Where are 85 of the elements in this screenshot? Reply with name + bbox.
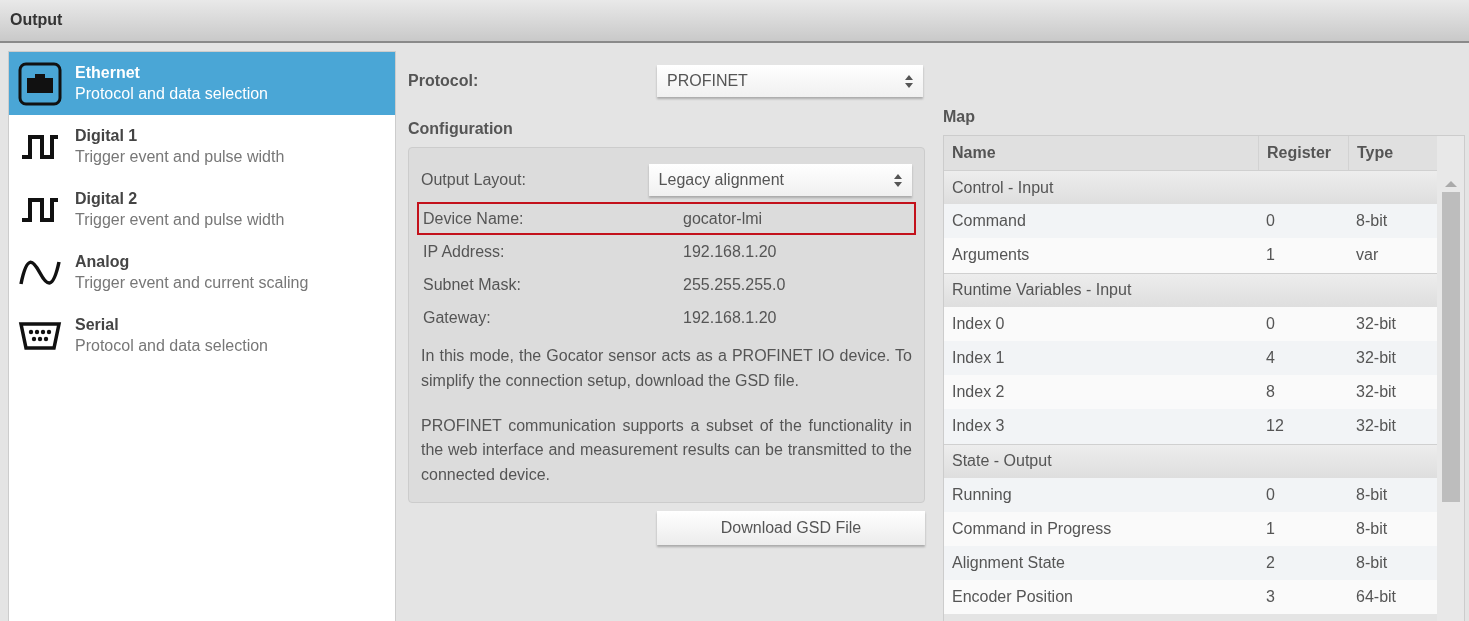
group-header: Control - Input [951,177,1055,198]
table-row[interactable]: Index 3 12 32-bit [944,409,1437,444]
table-cell-text: Command [951,211,1027,232]
table-cell-text: 32-bit [1355,313,1398,334]
table-cell-text: Command in Progress [951,518,1113,539]
table-cell-text: Index 1 [951,348,1006,369]
section-title: Configuration [408,119,514,139]
field-label: Subnet Mask: [423,274,522,295]
item-subtitle: Protocol and data selection [75,83,268,104]
scrollbar-thumb[interactable] [1441,192,1460,502]
table-cell-text: 32-bit [1355,382,1398,403]
table-cell-text: 32-bit [1355,416,1398,437]
item-subtitle: Trigger event and pulse width [75,146,285,167]
field-label: Device Name: [423,208,525,229]
table-cell-text: Index 2 [951,382,1006,403]
item-title: Ethernet [75,62,141,83]
dropdown-caret-icon [894,173,902,187]
info-paragraph: In this mode, the Gocator sensor acts as a PROFINET IO device. To simplify the connection setup, download the GSD file. [421,346,912,391]
table-row[interactable]: Command 0 8-bit [944,204,1437,239]
dropdown-caret-icon [905,74,913,88]
scrollbar[interactable] [1437,136,1464,621]
protocol-label: Protocol: [408,71,480,91]
column-header: Name [951,143,997,163]
table-cell-text: Index 0 [951,313,1006,334]
protocol-dropdown[interactable]: PROFINET [657,65,923,97]
table-cell-text: 8 [1265,382,1276,403]
table-cell-text: 1 [1265,245,1276,266]
table-cell-text: 8-bit [1355,518,1389,539]
table-cell-text: Encoder Position [951,587,1074,608]
table-row[interactable]: Encoder Position 3 64-bit [944,580,1437,615]
table-cell-text: 8-bit [1355,484,1389,505]
field-value: 255.255.255.0 [683,274,786,295]
table-cell-text: var [1355,245,1380,266]
table-cell-text: 4 [1265,348,1276,369]
table-cell-text: 0 [1265,313,1276,334]
table-cell-text: 1 [1265,518,1276,539]
table-cell-text: 8-bit [1355,553,1389,574]
table-row[interactable]: Running 0 8-bit [944,477,1437,512]
field-label: Output Layout: [421,170,527,190]
table-cell-text: 0 [1265,484,1276,505]
table-row[interactable]: Index 0 0 32-bit [944,306,1437,341]
table-cell-text: Index 3 [951,416,1006,437]
info-paragraph: PROFINET communication supports a subset of the functionality in the web interface and measurement results can be transmitted to the connected device. [421,415,912,486]
table-row[interactable]: Arguments 1 var [944,238,1437,273]
field-label: Gateway: [423,307,492,328]
table-row[interactable]: Alignment State 2 8-bit [944,546,1437,581]
table-cell-text: 8-bit [1355,211,1389,232]
item-title: Analog [75,251,131,272]
pulse-wave-icon [20,132,60,161]
sidebar-item[interactable]: Analog Trigger event and current scaling [9,241,395,304]
group-header: State - Output [951,451,1053,472]
table-cell-text: Arguments [951,245,1031,266]
item-title: Digital 2 [75,188,139,209]
table-cell-text: 0 [1265,211,1276,232]
table-cell-text: 32-bit [1355,348,1398,369]
sidebar-item[interactable]: Digital 2 Trigger event and pulse width [9,178,395,241]
sidebar-item[interactable]: Digital 1 Trigger event and pulse width [9,115,395,178]
table-cell-text: 64-bit [1355,587,1398,608]
item-subtitle: Trigger event and current scaling [75,272,309,293]
field-label: IP Address: [423,241,506,262]
field-value: 192.168.1.20 [683,241,777,262]
table-row[interactable]: Index 2 8 32-bit [944,375,1437,410]
item-title: Digital 1 [75,125,139,146]
download-button[interactable]: Download GSD File [657,511,925,545]
item-subtitle: Trigger event and pulse width [75,209,285,230]
table-cell-text: 12 [1265,416,1285,437]
item-title: Serial [75,314,120,335]
table-cell-text: 3 [1265,587,1276,608]
field-value: gocator-lmi [683,208,763,229]
table-cell-text: 2 [1265,553,1276,574]
table-row[interactable]: Index 1 4 32-bit [944,340,1437,376]
table-cell-text: Alignment State [951,553,1066,574]
layout-dropdown[interactable]: Legacy alignment [648,164,912,196]
group-header: Runtime Variables - Input [951,280,1133,301]
sidebar-item[interactable]: Serial Protocol and data selection [9,304,395,367]
scroll-up-icon[interactable] [1444,180,1457,188]
panel-title: Output [10,11,63,28]
section-title: Map [943,107,976,127]
ethernet-port-icon [18,61,62,106]
field-value: 192.168.1.20 [683,307,777,328]
table-cell-text: Running [951,484,1013,505]
table-row[interactable]: Command in Progress 1 8-bit [944,511,1437,547]
serial-port-icon [18,320,62,351]
pulse-wave-icon [20,195,60,224]
item-subtitle: Protocol and data selection [75,335,268,356]
